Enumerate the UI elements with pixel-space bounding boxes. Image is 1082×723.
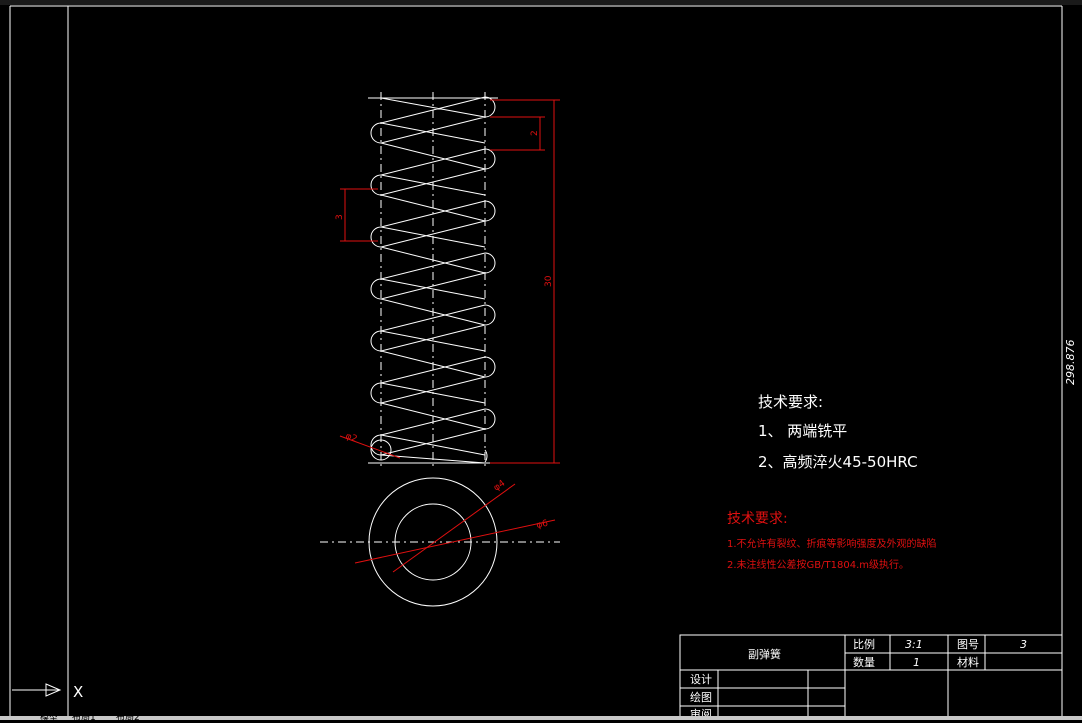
dim-spacing: 3 — [335, 214, 345, 220]
tab-layout2[interactable]: 布局2 — [116, 710, 140, 723]
cad-drawing-canvas[interactable]: 2 3 30 φ2 φ4 φ6 298.876 技术要求: 1、 两端铣平 2、… — [0, 0, 1082, 720]
qty-value: 1 — [913, 656, 920, 669]
qty-label: 数量 — [853, 656, 875, 669]
dim-wire-dia: φ2 — [344, 431, 358, 444]
tech-red-title: 技术要求: — [727, 511, 788, 527]
layout-tabs-bar: 模型 布局1 布局2 — [0, 713, 1082, 723]
scale-value: 3:1 — [905, 638, 923, 651]
dim-pitch: 2 — [530, 130, 540, 136]
dim-outer-dia: φ6 — [536, 519, 550, 531]
ucs-icon: X — [12, 683, 83, 701]
dim-length: 30 — [544, 275, 554, 287]
title-block: 副弹簧 比例 3:1 图号 3 数量 1 材料 设计 绘图 审阅 — [679, 634, 1063, 720]
drawn-label: 绘图 — [690, 690, 712, 704]
drawing-no-label: 图号 — [957, 638, 979, 651]
tech-white-line2: 2、高频淬火45-50HRC — [758, 453, 918, 471]
side-dimension-text: 298.876 — [1064, 340, 1077, 386]
spring-side-view — [368, 92, 498, 470]
material-label: 材料 — [957, 655, 979, 669]
scale-label: 比例 — [853, 637, 875, 651]
part-name: 副弹簧 — [748, 647, 781, 661]
design-label: 设计 — [690, 673, 712, 686]
tech-requirements-white: 技术要求: 1、 两端铣平 2、高频淬火45-50HRC — [758, 393, 918, 471]
tab-model[interactable]: 模型 — [40, 710, 58, 723]
drawing-frame — [9, 5, 1063, 720]
ucs-x-label: X — [73, 683, 83, 701]
tab-layout1[interactable]: 布局1 — [72, 710, 96, 723]
dimensions: 2 3 30 φ2 φ4 φ6 — [335, 99, 560, 573]
tech-red-line1: 1.不允许有裂纹、折痕等影响强度及外观的缺陷 — [727, 537, 937, 550]
tech-white-line1: 1、 两端铣平 — [758, 422, 847, 440]
drawing-no-value: 3 — [1020, 638, 1027, 651]
tech-red-line2: 2.未注线性公差按GB/T1804.m级执行。 — [727, 558, 909, 571]
tech-white-title: 技术要求: — [758, 393, 823, 411]
spring-end-view — [320, 477, 560, 607]
tech-requirements-red: 技术要求: 1.不允许有裂纹、折痕等影响强度及外观的缺陷 2.未注线性公差按GB… — [727, 511, 937, 571]
